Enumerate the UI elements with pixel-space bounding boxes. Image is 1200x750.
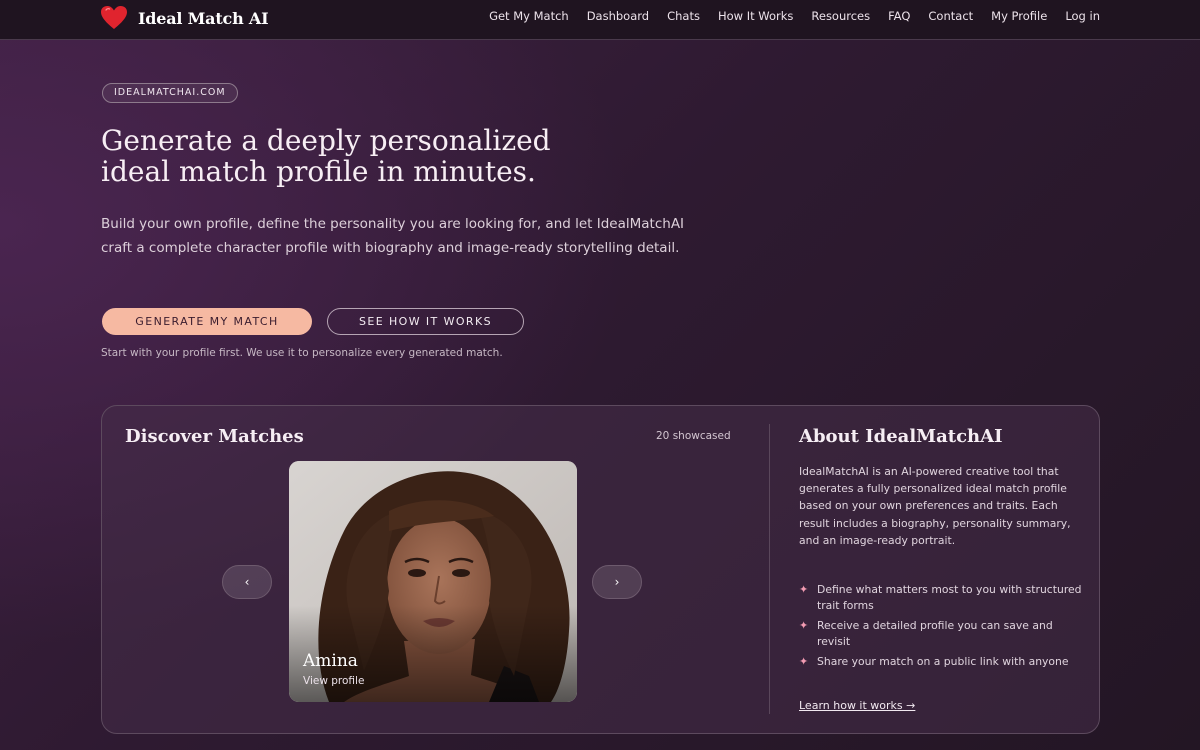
sparkle-icon: ✦ xyxy=(799,655,809,668)
hero-description: Build your own profile, define the perso… xyxy=(101,216,685,256)
discover-about-card: Discover Matches 20 showcased ‹ Amina Vi… xyxy=(101,405,1100,734)
hero-title-line-2: ideal match profile in minutes. xyxy=(101,155,536,188)
sparkle-icon: ✦ xyxy=(799,619,809,632)
chevron-left-icon: ‹ xyxy=(244,575,250,589)
main-nav: Get My Match Dashboard Chats How It Work… xyxy=(471,9,1100,23)
brand-name: Ideal Match AI xyxy=(138,8,269,28)
about-bullet-text: Share your match on a public link with a… xyxy=(817,655,1069,668)
match-card-amina[interactable]: Amina View profile xyxy=(289,461,577,702)
nav-chats[interactable]: Chats xyxy=(667,9,700,23)
nav-dashboard[interactable]: Dashboard xyxy=(587,9,649,23)
learn-how-it-works-link[interactable]: Learn how it works → xyxy=(799,699,915,712)
about-bullet-item: ✦ Receive a detailed profile you can sav… xyxy=(799,618,1084,649)
nav-get-my-match[interactable]: Get My Match xyxy=(489,9,569,23)
carousel-prev-button[interactable]: ‹ xyxy=(222,565,272,599)
about-bullet-item: ✦ Define what matters most to you with s… xyxy=(799,582,1084,613)
match-name: Amina xyxy=(303,651,358,671)
heart-icon xyxy=(101,6,127,29)
hero-title: Generate a deeply personalized ideal mat… xyxy=(101,125,661,187)
brand-logo[interactable]: Ideal Match AI xyxy=(100,4,269,32)
generate-my-match-button[interactable]: GENERATE MY MATCH xyxy=(102,308,312,335)
about-description: IdealMatchAI is an AI-powered creative t… xyxy=(799,465,1071,547)
view-profile-link[interactable]: View profile xyxy=(303,675,364,687)
hero-title-line-1: Generate a deeply personalized xyxy=(101,124,551,157)
nav-contact[interactable]: Contact xyxy=(928,9,973,23)
site-pill-badge: IDEALMATCHAI.COM xyxy=(102,83,238,103)
nav-log-in[interactable]: Log in xyxy=(1065,9,1100,23)
hero-note: Start with your profile first. We use it… xyxy=(101,347,503,359)
card-divider xyxy=(769,424,770,714)
nav-faq[interactable]: FAQ xyxy=(888,9,910,23)
discover-matches-title: Discover Matches xyxy=(125,426,304,447)
about-bullet-list: ✦ Define what matters most to you with s… xyxy=(799,582,1084,675)
chevron-right-icon: › xyxy=(614,575,620,589)
nav-resources[interactable]: Resources xyxy=(811,9,870,23)
about-title: About IdealMatchAI xyxy=(799,426,1003,447)
showcased-count: 20 showcased xyxy=(656,430,731,442)
about-bullet-text: Receive a detailed profile you can save … xyxy=(817,619,1053,648)
about-bullet-item: ✦ Share your match on a public link with… xyxy=(799,654,1084,670)
sparkle-icon: ✦ xyxy=(799,583,809,596)
about-bullet-text: Define what matters most to you with str… xyxy=(817,583,1082,612)
see-how-it-works-button[interactable]: SEE HOW IT WORKS xyxy=(327,308,524,335)
nav-how-it-works[interactable]: How It Works xyxy=(718,9,793,23)
top-navbar: Ideal Match AI Get My Match Dashboard Ch… xyxy=(0,0,1200,40)
nav-my-profile[interactable]: My Profile xyxy=(991,9,1047,23)
carousel-next-button[interactable]: › xyxy=(592,565,642,599)
